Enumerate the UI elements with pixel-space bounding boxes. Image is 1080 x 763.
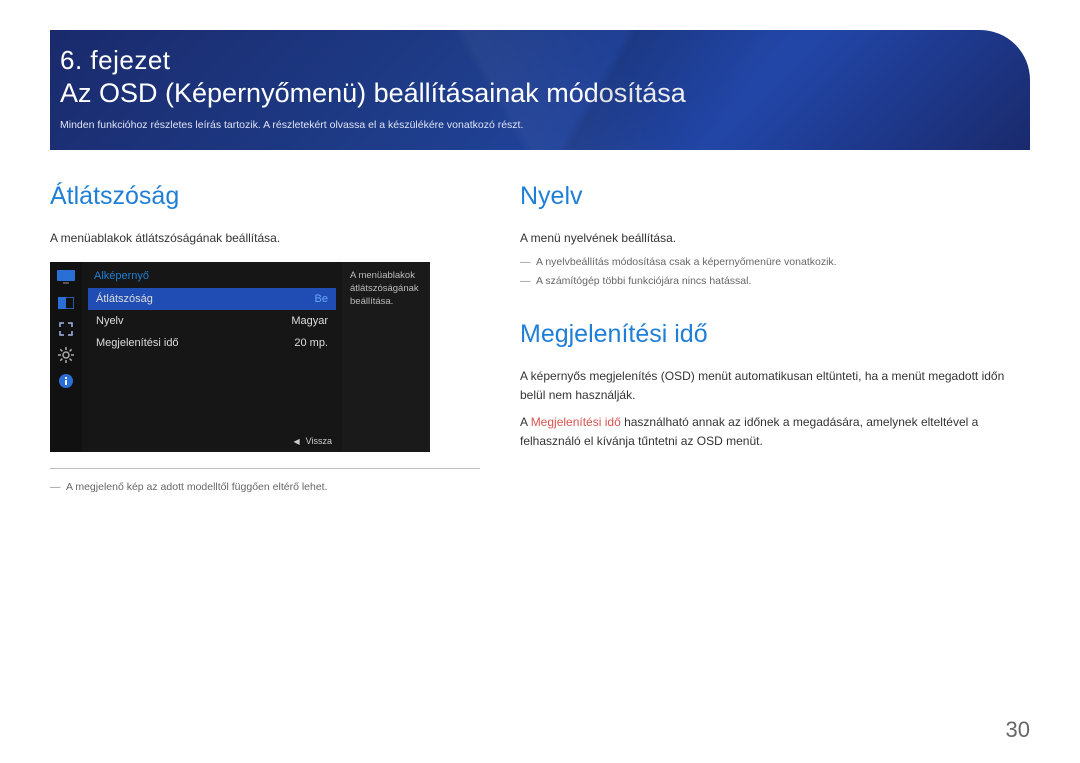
- language-desc: A menü nyelvének beállítása.: [520, 229, 1030, 248]
- displaytime-p1: A képernyős megjelenítés (OSD) menüt aut…: [520, 367, 1030, 405]
- section-transparency-heading: Átlátszóság: [50, 182, 480, 211]
- gear-icon: [56, 346, 76, 364]
- osd-rail: [50, 262, 82, 452]
- osd-back-label: Vissza: [306, 436, 332, 446]
- osd-preview: Alképernyő Átlátszóság Be Nyelv Magyar M…: [50, 262, 430, 452]
- displaytime-accent: Megjelenítési idő: [531, 415, 621, 429]
- osd-title: Alképernyő: [88, 268, 336, 288]
- image-disclaimer: A megjelenő kép az adott modelltől függő…: [50, 479, 480, 496]
- info-icon: [56, 372, 76, 390]
- language-note-2: A számítógép többi funkciójára nincs hat…: [520, 273, 1030, 290]
- window-icon: [56, 294, 76, 312]
- chapter-title: Az OSD (Képernyőmenü) beállításainak mód…: [60, 78, 1010, 109]
- language-note-1: A nyelvbeállítás módosítása csak a képer…: [520, 254, 1030, 271]
- osd-row-value: Be: [315, 293, 328, 305]
- osd-row-value: Magyar: [291, 315, 328, 327]
- transparency-desc: A menüablakok átlátszóságának beállítása…: [50, 229, 480, 248]
- osd-row-label: Átlátszóság: [96, 293, 153, 305]
- page-number: 30: [1006, 717, 1030, 743]
- section-displaytime-heading: Megjelenítési idő: [520, 320, 1030, 349]
- osd-row-value: 20 mp.: [294, 337, 328, 349]
- section-language-heading: Nyelv: [520, 182, 1030, 211]
- chapter-label: 6. fejezet: [60, 45, 1010, 76]
- osd-help-panel: A menüablakok átlátszóságának beállítása…: [342, 262, 430, 452]
- displaytime-p2: A Megjelenítési idő használható annak az…: [520, 413, 1030, 451]
- osd-back[interactable]: ◀ Vissza: [293, 436, 332, 446]
- osd-row-label: Megjelenítési idő: [96, 337, 179, 349]
- chapter-subtitle: Minden funkcióhoz részletes leírás tarto…: [60, 119, 1010, 131]
- osd-main: Alképernyő Átlátszóság Be Nyelv Magyar M…: [82, 262, 342, 452]
- monitor-icon: [56, 268, 76, 286]
- resize-icon: [56, 320, 76, 338]
- divider: [50, 468, 480, 469]
- osd-row-transparency[interactable]: Átlátszóság Be: [88, 288, 336, 310]
- osd-row-display-time[interactable]: Megjelenítési idő 20 mp.: [88, 332, 336, 354]
- osd-row-label: Nyelv: [96, 315, 124, 327]
- osd-row-language[interactable]: Nyelv Magyar: [88, 310, 336, 332]
- chevron-left-icon: ◀: [293, 437, 299, 446]
- chapter-banner: 6. fejezet Az OSD (Képernyőmenü) beállít…: [50, 30, 1030, 150]
